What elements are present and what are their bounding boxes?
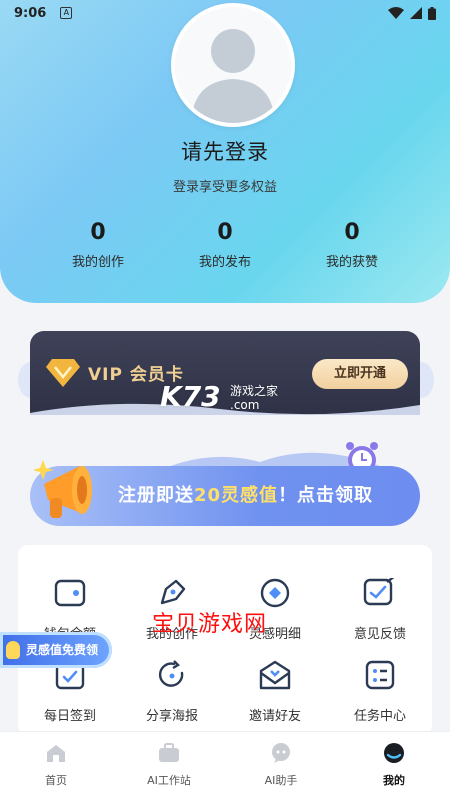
stat-label: 我的发布 [198,255,251,270]
k73-watermark-line2: .com [230,398,260,412]
tab-home[interactable]: 首页 [16,742,96,788]
megaphone-icon [34,460,92,518]
k73-watermark-line1: 游戏之家 [230,384,279,398]
battery-icon [428,6,436,20]
signup-promo-banner[interactable]: 注册即送20灵感值！点击领取 [30,440,420,550]
stat-label: 我的获赞 [325,255,378,270]
briefcase-icon [156,742,182,764]
bottom-tab-bar: 首页 AI工作站 AI助手 我的 [0,731,450,800]
vip-card-wave [30,403,420,415]
tab-label: 首页 [45,774,67,787]
tab-label: 我的 [383,774,405,787]
signal-icon [410,7,422,19]
login-subtitle: 登录享受更多权益 [172,180,277,195]
stat-label: 我的创作 [71,255,124,270]
promo-text-highlight: 20灵感值 [194,485,279,506]
stat-publications[interactable]: 0 我的发布 [165,220,285,270]
menu-item-share-poster[interactable]: 分享海报 [122,655,222,724]
default-avatar-icon [191,29,275,123]
menu-item-invite-friends[interactable]: 邀请好友 [225,655,325,724]
promo-text-suffix: ！点击领取 [278,485,374,506]
task-list-icon [360,655,400,695]
vip-diamond-icon [46,359,80,387]
k73-watermark-logo: K73 [160,380,221,413]
notification-a-icon: A [60,7,73,19]
promo-text-prefix: 注册即送 [118,485,194,506]
promo-text: 注册即送20灵感值！点击领取 [118,481,373,507]
home-icon [43,742,69,764]
menu-item-label: 任务中心 [353,709,406,724]
profile-icon [381,742,407,764]
menu-item-label: 分享海报 [145,709,198,724]
feedback-icon [360,573,400,613]
status-time: 9:06 [14,5,47,21]
wifi-icon [388,7,404,19]
avatar[interactable] [171,3,295,127]
login-title[interactable]: 请先登录 [0,136,450,166]
menu-item-label: 意见反馈 [353,627,406,642]
activate-vip-button[interactable]: 立即开通 [312,359,408,389]
k73-watermark-text: 游戏之家 .com [230,384,278,412]
wallet-icon [50,573,90,613]
tab-ai-assistant[interactable]: AI助手 [241,742,321,788]
menu-item-feedback[interactable]: 意见反馈 [330,573,430,642]
stat-likes[interactable]: 0 我的获赞 [292,220,412,270]
tab-label: AI工作站 [147,774,191,787]
menu-item-label: 邀请好友 [248,709,301,724]
stat-value: 0 [217,220,233,245]
site-watermark-text: 宝贝游戏网 [152,612,268,637]
lightbulb-icon [6,641,20,659]
vip-card[interactable]: VIP 会员卡 立即开通 [30,331,420,415]
share-icon [152,655,192,695]
chat-bubble-icon [268,742,294,764]
stat-creations[interactable]: 0 我的创作 [38,220,158,270]
menu-item-label: 每日签到 [43,709,96,724]
stat-value: 0 [90,220,106,245]
tab-label: AI助手 [264,774,298,787]
tab-mine[interactable]: 我的 [354,742,434,788]
stat-value: 0 [344,220,360,245]
invite-mail-icon [255,655,295,695]
tab-ai-workstation[interactable]: AI工作站 [129,742,209,788]
menu-item-task-center[interactable]: 任务中心 [330,655,430,724]
